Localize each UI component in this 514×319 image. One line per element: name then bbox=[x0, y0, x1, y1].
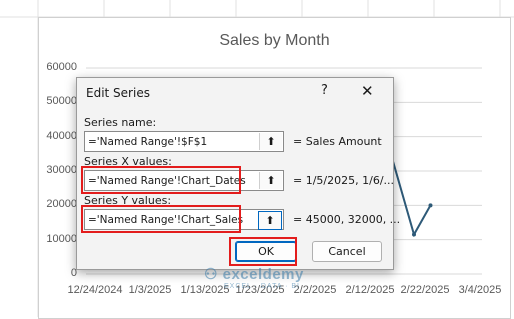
x-values-highlight bbox=[81, 166, 241, 194]
x-tick-label: 3/4/2025 bbox=[458, 284, 502, 296]
series-name-field[interactable]: ⬆ bbox=[84, 131, 284, 152]
y-tick-label: 0 bbox=[70, 267, 77, 279]
help-icon[interactable]: ? bbox=[321, 83, 328, 98]
collapse-dialog-icon[interactable]: ⬆ bbox=[259, 172, 282, 189]
dialog-title: Edit Series bbox=[86, 86, 150, 100]
x-tick-label: 12/24/2024 bbox=[67, 284, 123, 296]
watermark-tagline: EXCEL · DATA · BI bbox=[224, 283, 300, 290]
x-tick-label: 2/12/2025 bbox=[345, 284, 395, 296]
close-icon[interactable]: ✕ bbox=[361, 82, 374, 100]
x-values-preview: = 1/5/2025, 1/6/... bbox=[293, 174, 395, 187]
y-tick-label: 40000 bbox=[46, 129, 77, 142]
y-values-highlight bbox=[81, 205, 241, 233]
series-name-label: Series name: bbox=[84, 116, 157, 129]
y-values-preview: = 45000, 32000, ... bbox=[293, 213, 401, 226]
series-name-input[interactable] bbox=[85, 132, 257, 151]
watermark-logo: ⚇ exceldemy bbox=[204, 266, 304, 283]
chart-title: Sales by Month bbox=[219, 32, 330, 49]
y-tick-label: 60000 bbox=[46, 61, 77, 73]
y-tick-label: 50000 bbox=[46, 95, 77, 108]
x-tick-label: 1/13/2025 bbox=[180, 284, 230, 296]
y-tick-label: 10000 bbox=[46, 232, 77, 245]
ok-button-highlight bbox=[229, 237, 297, 266]
x-tick-label: 2/2/2025 bbox=[293, 284, 337, 296]
series-name-preview: = Sales Amount bbox=[293, 135, 382, 148]
y-tick-label: 20000 bbox=[46, 198, 77, 211]
x-tick-label: 1/3/2025 bbox=[128, 284, 172, 296]
collapse-dialog-icon[interactable]: ⬆ bbox=[259, 133, 282, 150]
collapse-dialog-icon[interactable]: ⬆ bbox=[258, 211, 282, 230]
y-tick-label: 30000 bbox=[46, 164, 77, 176]
x-tick-label: 2/22/2025 bbox=[400, 284, 450, 296]
cancel-button[interactable]: Cancel bbox=[312, 241, 382, 262]
